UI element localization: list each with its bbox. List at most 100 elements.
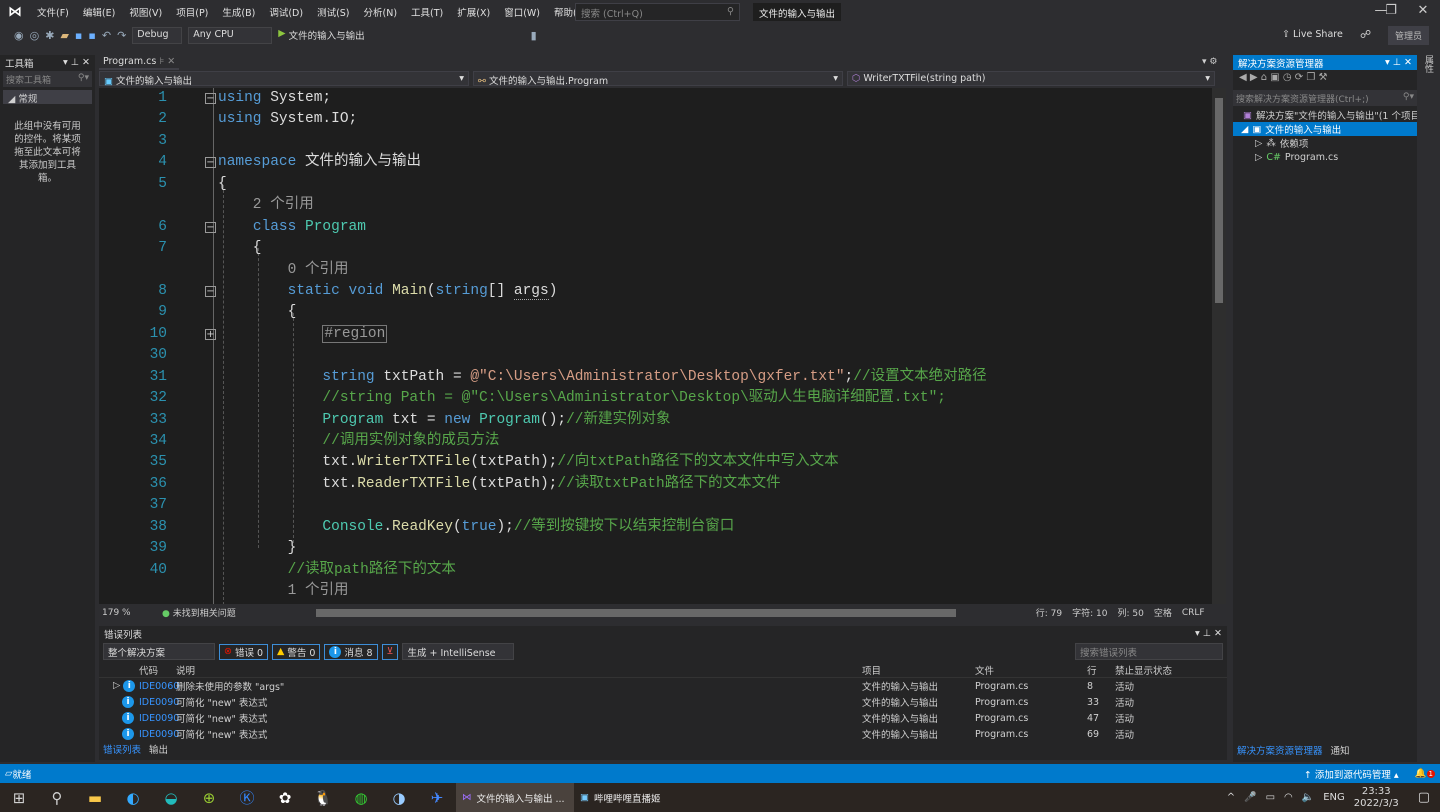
feedback-icon[interactable]: ☍: [1360, 28, 1371, 41]
error-list-row[interactable]: i IDE0090 可简化 "new" 表达式 文件的输入与输出 Program.cs 3…: [99, 694, 1227, 710]
error-code-link[interactable]: IDE0090: [139, 713, 179, 724]
close-button[interactable]: ✕: [1408, 3, 1438, 18]
menu-item[interactable]: 项目(P): [169, 5, 215, 19]
menu-item[interactable]: 生成(B): [215, 5, 262, 19]
search-input[interactable]: 搜索 (Ctrl+Q) ⚲: [575, 3, 740, 21]
clock[interactable]: 23:33 2022/3/3: [1354, 786, 1399, 810]
new-project-icon[interactable]: ✱: [45, 29, 54, 42]
messages-filter-button[interactable]: i 消息 8: [324, 643, 378, 660]
qq-icon[interactable]: 🐧: [304, 789, 342, 807]
menu-item[interactable]: 编辑(E): [76, 5, 122, 19]
warnings-filter-button[interactable]: ▲ 警告 0: [272, 643, 321, 660]
redo-icon[interactable]: ↷: [117, 29, 126, 42]
start-button[interactable]: ▶ 文件的输入与输出: [278, 28, 364, 42]
collapse-icon[interactable]: −: [205, 157, 216, 169]
feishu-icon[interactable]: ✈: [418, 789, 456, 807]
tab-solution-explorer[interactable]: 解决方案资源管理器: [1237, 743, 1323, 757]
battery-icon[interactable]: ▭: [1266, 792, 1275, 803]
expand-icon[interactable]: +: [205, 328, 216, 340]
menu-item[interactable]: 视图(V): [122, 5, 169, 19]
wechat-icon[interactable]: ◍: [342, 789, 380, 807]
edge-icon[interactable]: ◒: [152, 789, 190, 807]
properties-side-tab[interactable]: 属性: [1421, 55, 1435, 73]
save-icon[interactable]: ▪: [75, 29, 82, 42]
wifi-icon[interactable]: ◠: [1284, 792, 1293, 803]
solution-search-input[interactable]: 搜索解决方案资源管理器(Ctrl+;) ⚲▾: [1233, 90, 1417, 106]
errors-filter-button[interactable]: ⊗ 错误 0: [219, 643, 269, 660]
live-share-button[interactable]: ⇪ Live Share: [1282, 29, 1343, 40]
token-region[interactable]: #region: [322, 324, 388, 343]
windows-start-icon[interactable]: ⊞: [0, 789, 38, 807]
volume-icon[interactable]: 🔈: [1302, 792, 1314, 803]
search-icon[interactable]: ⚲: [38, 789, 76, 807]
collapse-icon[interactable]: −: [205, 221, 216, 233]
save-all-icon[interactable]: ▪: [88, 29, 95, 42]
notifications-bell-icon[interactable]: 🔔 1: [1415, 768, 1435, 779]
home-icon[interactable]: ◀ ▶ ⌂ ▣ ◷ ⟳ ❐ ⚒: [1239, 72, 1327, 83]
maximize-restore-button[interactable]: ❐: [1376, 3, 1406, 18]
menu-item[interactable]: 工具(T): [404, 5, 450, 19]
taskbar-app-bilibili[interactable]: ▣ 哔哩哔哩直播姬: [574, 783, 667, 812]
code-editor[interactable]: 1− using System; 2 using System.IO; 3 4− names…: [99, 88, 1212, 604]
menu-item[interactable]: 文件(F): [30, 5, 76, 19]
tab-output[interactable]: 输出: [149, 742, 168, 756]
toolbox-group-general[interactable]: ◢ 常规: [3, 90, 92, 105]
toolbox-search-input[interactable]: 搜索工具箱 ⚲▾: [3, 71, 92, 87]
panel-controls-icon[interactable]: ▾ ⊥ ✕: [1385, 57, 1412, 68]
tray-chevron-icon[interactable]: ^: [1227, 792, 1235, 803]
menu-item[interactable]: 窗口(W): [497, 5, 547, 19]
platform-select[interactable]: Any CPU: [188, 26, 273, 44]
error-code-link[interactable]: IDE0060: [139, 681, 179, 692]
project-nav-select[interactable]: ▣ 文件的输入与输出 ▾: [99, 71, 469, 87]
language-indicator[interactable]: ENG: [1323, 792, 1345, 803]
indent-indicator[interactable]: 空格: [1154, 606, 1172, 619]
error-code-link[interactable]: IDE0090: [139, 729, 179, 740]
file-explorer-icon[interactable]: ▬: [76, 789, 114, 807]
cloud-app-icon[interactable]: ✿: [266, 789, 304, 807]
horizontal-scrollbar[interactable]: [315, 608, 956, 617]
tab-options-icon[interactable]: ▾ ⚙: [1202, 57, 1217, 67]
error-list-row[interactable]: ▷ i IDE0060 删除未使用的参数 "args" 文件的输入与输出 Program…: [99, 678, 1227, 694]
close-tab-icon[interactable]: ⊧ ✕: [159, 56, 175, 67]
error-search-input[interactable]: 搜索错误列表: [1075, 643, 1223, 660]
taskbar-app-visual-studio[interactable]: ⋈ 文件的输入与输出 ...: [456, 783, 574, 812]
tree-project[interactable]: ◢ ▣ 文件的输入与输出: [1233, 122, 1417, 136]
class-nav-select[interactable]: ⚯ 文件的输入与输出.Program ▾: [473, 71, 843, 87]
tab-program-cs[interactable]: Program.cs ⊧ ✕: [99, 55, 180, 70]
collapse-icon[interactable]: −: [205, 93, 216, 104]
menu-item[interactable]: 扩展(X): [450, 5, 497, 19]
security-app-icon[interactable]: ⊕: [190, 789, 228, 807]
token-ref[interactable]: 0 个引用: [218, 262, 349, 278]
menu-item[interactable]: 测试(S): [310, 5, 356, 19]
filter-icon[interactable]: ⊻: [381, 643, 399, 660]
admin-badge[interactable]: 管理员: [1388, 26, 1430, 45]
menu-item[interactable]: 分析(N): [357, 5, 405, 19]
menu-item[interactable]: 调试(D): [262, 5, 310, 19]
open-icon[interactable]: ▰: [60, 29, 68, 42]
collapse-icon[interactable]: −: [205, 285, 216, 297]
line-ending-indicator[interactable]: CRLF: [1182, 608, 1205, 618]
panel-controls-icon[interactable]: ▾ ⊥ ✕: [1195, 628, 1222, 639]
bookmark-icon[interactable]: ▮: [531, 29, 537, 42]
k-app-icon[interactable]: Ⓚ: [228, 787, 266, 808]
tab-error-list[interactable]: 错误列表: [103, 742, 141, 756]
tree-solution[interactable]: ▣ 解决方案"文件的输入与输出"(1 个项目/: [1233, 108, 1417, 123]
editor-vertical-scrollbar[interactable]: [1212, 88, 1226, 604]
action-center-icon[interactable]: ▢: [1418, 790, 1430, 805]
forward-icon[interactable]: ◎: [30, 29, 40, 42]
undo-icon[interactable]: ↶: [102, 29, 111, 42]
token-ref[interactable]: 1 个引用: [218, 583, 349, 599]
scope-select[interactable]: 整个解决方案: [103, 643, 215, 660]
app-icon[interactable]: ◑: [380, 789, 418, 807]
tab-notifications[interactable]: 通知: [1331, 743, 1350, 757]
member-nav-select[interactable]: ⬡ WriterTXTFile(string path) ▾: [847, 71, 1215, 86]
configuration-select[interactable]: Debug: [132, 26, 183, 44]
source-control-button[interactable]: ↑ 添加到源代码管理 ▴: [1304, 767, 1399, 781]
error-list-row[interactable]: i IDE0090 可简化 "new" 表达式 文件的输入与输出 Program.cs 6…: [99, 726, 1227, 742]
tree-dependencies[interactable]: ▷ ⁂ 依赖项: [1233, 136, 1417, 151]
tree-program-cs[interactable]: ▷ C# Program.cs: [1233, 150, 1417, 164]
token-ref[interactable]: 2 个引用: [218, 197, 314, 213]
zoom-select[interactable]: 179 %: [102, 608, 152, 618]
mic-icon[interactable]: 🎤: [1244, 792, 1256, 803]
error-list-row[interactable]: i IDE0090 可简化 "new" 表达式 文件的输入与输出 Program.cs 4…: [99, 710, 1227, 726]
